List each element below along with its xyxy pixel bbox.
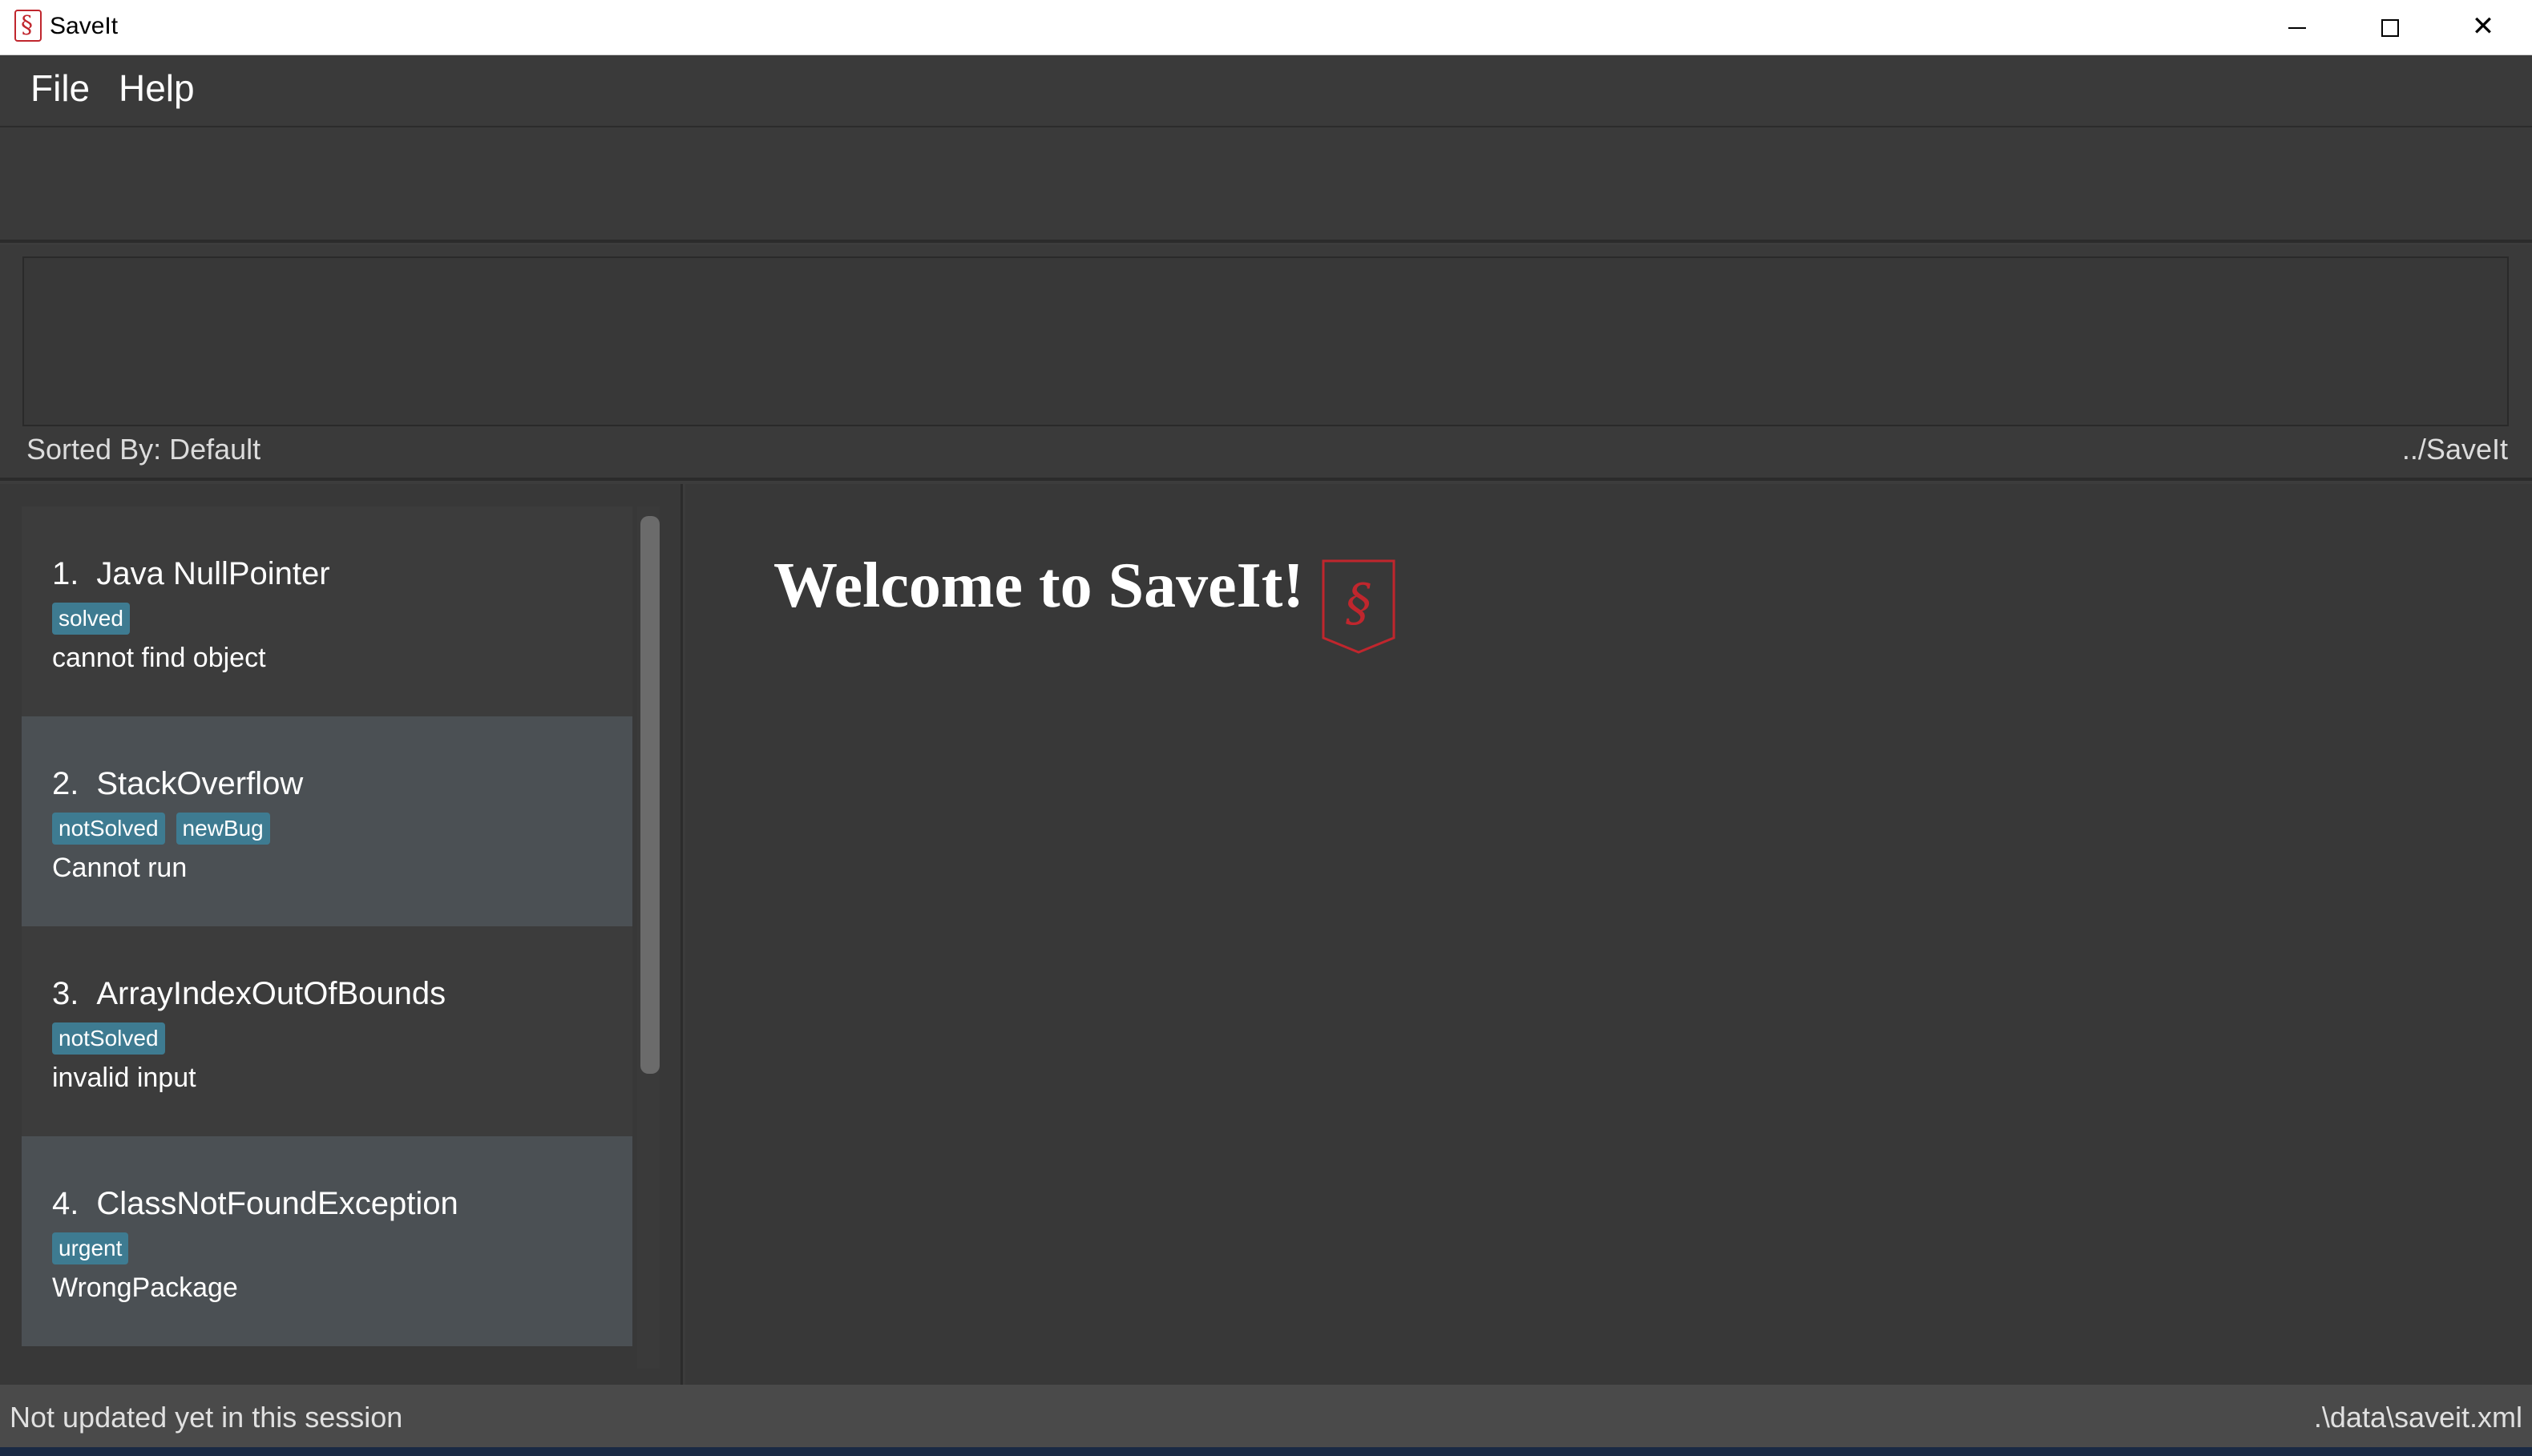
tag-badge: solved [52,603,130,635]
status-bar: Not updated yet in this session .\data\s… [0,1385,2532,1447]
menu-file[interactable]: File [30,67,90,110]
tag-badge: newBug [176,813,270,845]
issue-index: 1. [52,556,79,591]
detail-panel: Welcome to SaveIt! § [685,484,2532,1385]
sort-status: Sorted By: Default [26,433,261,466]
issue-tags: urgent [52,1232,139,1266]
welcome-heading: Welcome to SaveIt! [773,551,1305,621]
issue-tags: solved [52,603,141,636]
issue-tags: notSolved [52,1022,176,1056]
issue-card[interactable]: 2. StackOverflow notSolved newBug Cannot r… [22,716,632,926]
close-icon[interactable]: ✕ [2438,0,2528,54]
issue-title: 3. ArrayIndexOutOfBounds [52,976,446,1012]
sync-status: Not updated yet in this session [10,1401,403,1434]
issue-card[interactable]: 3. ArrayIndexOutOfBounds notSolved invali… [22,926,632,1136]
command-input[interactable] [16,159,2501,208]
result-display-panel: Sorted By: Default ../SaveIt [0,245,2532,481]
issue-list[interactable]: 1. Java NullPointer solved cannot find ob… [22,506,632,1369]
svg-text:§: § [1346,574,1371,633]
issue-title: 1. Java NullPointer [52,556,330,592]
issue-index: 4. [52,1186,79,1221]
issue-title-text: Java NullPointer [96,556,330,591]
maximize-icon[interactable] [2345,0,2435,54]
issue-description: WrongPackage [52,1272,238,1303]
window-title: SaveIt [50,13,119,39]
issue-index: 2. [52,766,79,801]
issue-card[interactable]: 1. Java NullPointer solved cannot find ob… [22,506,632,716]
issue-description: invalid input [52,1063,196,1093]
current-path: ../SaveIt [2401,433,2508,466]
issue-title: 4. ClassNotFoundException [52,1186,458,1222]
result-display [22,256,2509,426]
issue-index: 3. [52,976,79,1011]
issue-title: 2. StackOverflow [52,766,303,802]
issue-tags: notSolved newBug [52,813,281,846]
issue-description: Cannot run [52,853,188,883]
app-logo-icon [14,10,42,42]
tag-badge: notSolved [52,813,165,845]
minimize-icon[interactable] [2252,0,2342,54]
issue-description: cannot find object [52,643,266,673]
list-scrollbar-thumb[interactable] [640,516,660,1074]
tag-badge: notSolved [52,1022,165,1055]
menu-help[interactable]: Help [119,67,195,110]
issue-title-text: ClassNotFoundException [96,1186,458,1221]
command-box[interactable] [0,127,2532,243]
issue-title-text: StackOverflow [96,766,304,801]
issue-card[interactable]: 4. ClassNotFoundException urgent WrongPac… [22,1136,632,1346]
taskbar-edge [0,1447,2532,1456]
tag-badge: urgent [52,1232,129,1264]
issue-title-text: ArrayIndexOutOfBounds [96,976,446,1011]
save-location: .\data\saveit.xml [2313,1401,2522,1434]
saveit-logo-icon: § [1322,559,1395,654]
window-titlebar: SaveIt ✕ [0,0,2532,55]
menu-bar: File Help [0,55,2532,127]
issue-list-panel: 1. Java NullPointer solved cannot find ob… [0,484,683,1385]
